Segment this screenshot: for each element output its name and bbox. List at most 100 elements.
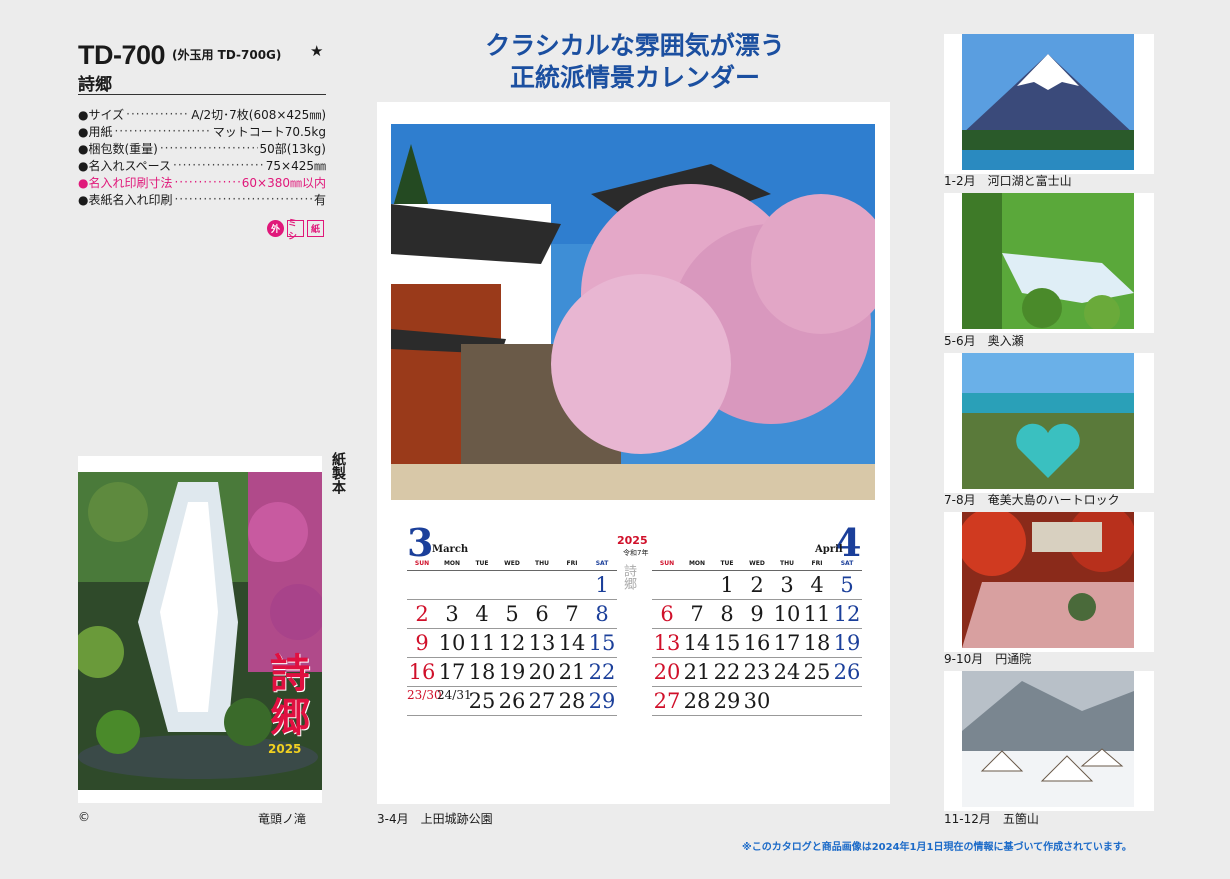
- footnote: ※このカタログと商品画像は2024年1月1日現在の情報に基づいて作成されています…: [742, 842, 1132, 853]
- copyright: ©: [78, 810, 90, 824]
- calendar-day: 14: [557, 629, 587, 658]
- weekday-header: SUN: [659, 560, 675, 567]
- calendar-day: 29: [712, 687, 742, 716]
- weekday-header: WED: [504, 560, 520, 567]
- calendar-day: 22: [587, 658, 617, 687]
- calendar-day: 19: [497, 658, 527, 687]
- paper-tag-icon: 紙: [307, 220, 324, 237]
- weekday-header: FRI: [811, 560, 823, 567]
- weekday-header: SAT: [595, 560, 609, 567]
- calendar-day: 1: [712, 571, 742, 600]
- calendar-day: [832, 687, 862, 716]
- thumbnail-caption: 5-6月 奥入瀬: [944, 334, 1024, 348]
- calendar-day: 26: [832, 658, 862, 687]
- weekday-header: SUN: [414, 560, 430, 567]
- calendar-day: 26: [497, 687, 527, 716]
- calendar-day: 17: [437, 658, 467, 687]
- calendar-day: 21: [557, 658, 587, 687]
- calendar-day: 5: [832, 571, 862, 600]
- thumbnail-caption: 11-12月 五箇山: [944, 812, 1039, 826]
- calendar-day: 10: [772, 600, 802, 629]
- calendar-day: 7: [682, 600, 712, 629]
- calendar-day: 3: [772, 571, 802, 600]
- perforation-tag-icon: ミシ: [287, 219, 304, 242]
- calendar-day: [407, 571, 437, 600]
- calendar-day: [557, 571, 587, 600]
- month-grid-april: SUN MON TUE WED THU FRI SAT 1 2 3 4 5 6 7 8 9 10 11 12 13 14…: [652, 560, 862, 716]
- calendar-day: 25: [802, 658, 832, 687]
- calendar-day: [682, 571, 712, 600]
- cover-year: 2025: [268, 742, 302, 756]
- weekday-header: TUE: [475, 560, 489, 567]
- weekday-header: THU: [780, 560, 794, 567]
- main-caption: 3-4月 上田城跡公園: [377, 812, 493, 826]
- spec-row: ●梱包数(重量)50部(13kg): [78, 140, 326, 156]
- calendar-day: 22: [712, 658, 742, 687]
- calendar-day: 15: [712, 629, 742, 658]
- calendar-day: 12: [497, 629, 527, 658]
- month-number: 4: [835, 520, 862, 565]
- calendar-day: 2: [742, 571, 772, 600]
- calendar-day: [652, 571, 682, 600]
- calendar-day: 17: [772, 629, 802, 658]
- calendar-day: [497, 571, 527, 600]
- calendar-day: 1: [587, 571, 617, 600]
- thumbnail: [944, 512, 1154, 652]
- calendar-day: 18: [802, 629, 832, 658]
- reiwa-year: 令和7年: [623, 549, 649, 557]
- calendar-day: 20: [527, 658, 557, 687]
- calendar-day: 6: [527, 600, 557, 629]
- calendar-day: [437, 571, 467, 600]
- calendar-day: 13: [527, 629, 557, 658]
- headline-line1: クラシカルな雰囲気が漂う: [485, 31, 785, 60]
- weekday-header: MON: [443, 560, 461, 567]
- month-name: March: [432, 544, 469, 555]
- calendar-day: 8: [712, 600, 742, 629]
- calendar-day: [772, 687, 802, 716]
- calendar-year: 2025: [617, 534, 648, 547]
- month-grid-march: SUN MON TUE WED THU FRI SAT 1 2 3 4 5 6 7 8 9 10 11 12 13 14…: [407, 560, 617, 716]
- calendar-day: [802, 687, 832, 716]
- calendar-day: 10: [437, 629, 467, 658]
- thumbnail-caption: 1-2月 河口湖と富士山: [944, 174, 1072, 188]
- calendar-day: 27: [652, 687, 682, 716]
- calendar-day: 4: [467, 600, 497, 629]
- divider: [78, 94, 326, 95]
- calendar-day: 24/31: [437, 687, 472, 716]
- calendar-day: [467, 571, 497, 600]
- cover-caption: 竜頭ノ滝: [258, 812, 307, 826]
- temple-garden-photo: [962, 512, 1134, 648]
- weekday-header: FRI: [566, 560, 578, 567]
- calendar-day: 23: [742, 658, 772, 687]
- product-code-sub: (外玉用 TD-700G): [172, 48, 282, 62]
- spec-row: ●サイズA/2切･7枚(608×425㎜): [78, 106, 326, 122]
- calendar-day: 30: [742, 687, 772, 716]
- calendar-day: 8: [587, 600, 617, 629]
- weekday-header: THU: [535, 560, 549, 567]
- calendar-day: 16: [407, 658, 437, 687]
- headline-line2: 正統派情景カレンダー: [509, 63, 760, 92]
- calendar-day: 25: [467, 687, 497, 716]
- product-code: TD-700: [78, 40, 166, 70]
- thumbnail-caption: 9-10月 円通院: [944, 652, 1032, 666]
- weekday-header: TUE: [720, 560, 734, 567]
- star-icon: ★: [310, 42, 324, 60]
- cover-title: 詩郷: [270, 650, 310, 741]
- thumbnail: [944, 353, 1154, 493]
- calendar-day: [527, 571, 557, 600]
- calendar-day: 3: [437, 600, 467, 629]
- product-name: 詩郷: [78, 75, 112, 95]
- castle-sakura-photo: [391, 124, 875, 500]
- calendar-day: 7: [557, 600, 587, 629]
- calendar-day: 21: [682, 658, 712, 687]
- spec-row: ●名入れスペース75×425㎜: [78, 157, 326, 173]
- calendar-day: 18: [467, 658, 497, 687]
- month-number: 3: [407, 520, 434, 565]
- snow-village-photo: [962, 671, 1134, 807]
- calendar-day: 9: [407, 629, 437, 658]
- calendar-day: 16: [742, 629, 772, 658]
- calendar-day: 12: [832, 600, 862, 629]
- calendar-day: 28: [557, 687, 587, 716]
- calendar-day: 2: [407, 600, 437, 629]
- outer-tag-icon: 外: [267, 220, 284, 237]
